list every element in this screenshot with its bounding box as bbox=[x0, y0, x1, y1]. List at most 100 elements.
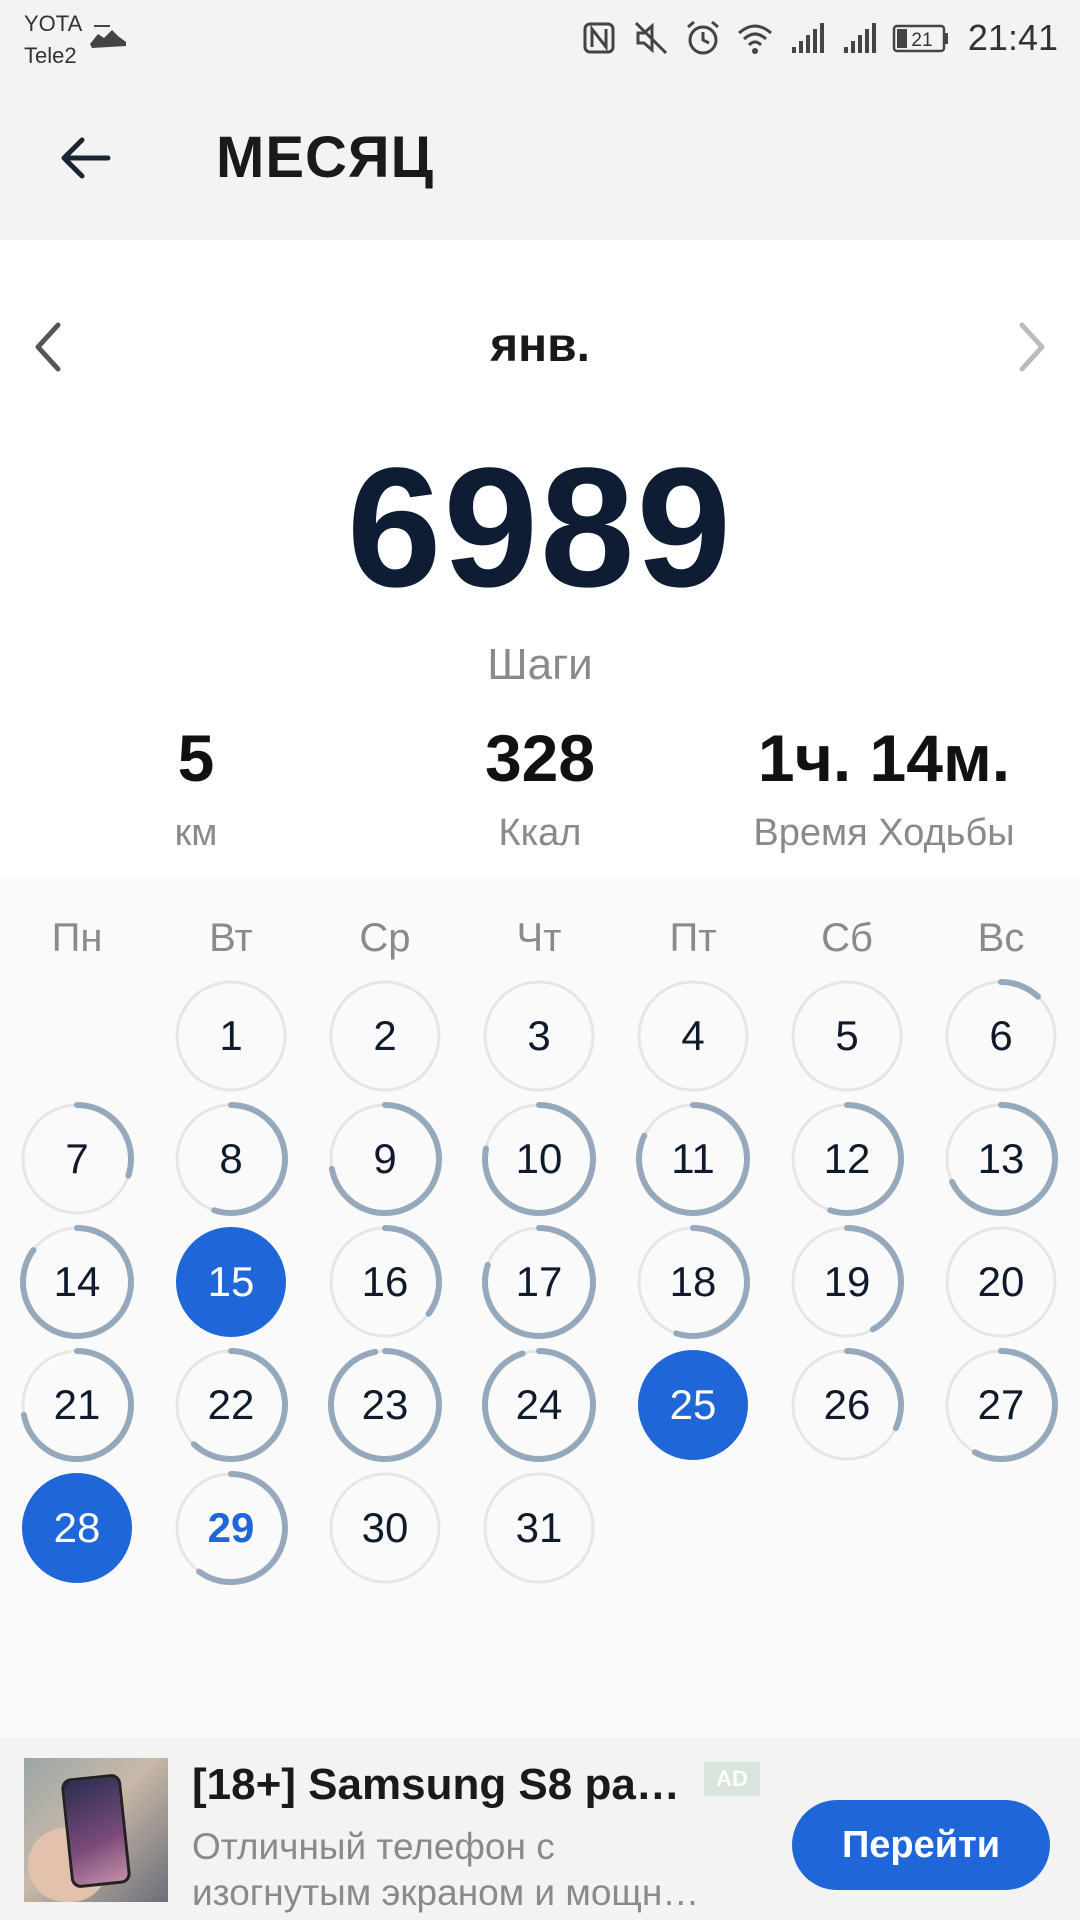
calendar-day-28[interactable]: 28 bbox=[17, 1468, 137, 1588]
distance-stat: 5 км bbox=[16, 720, 376, 855]
distance-value: 5 bbox=[177, 721, 215, 795]
day-number: 8 bbox=[219, 1135, 243, 1182]
day-number: 9 bbox=[373, 1135, 397, 1182]
shoe-icon bbox=[90, 25, 126, 48]
nfc-icon bbox=[583, 22, 615, 54]
carrier-1: YOTA bbox=[24, 11, 83, 36]
calendar-day-27[interactable]: 27 bbox=[941, 1345, 1061, 1465]
day-number: 1 bbox=[219, 1012, 243, 1059]
walk-time-label: Время Ходьбы bbox=[753, 812, 1015, 854]
calendar-day-1[interactable]: 1 bbox=[171, 976, 291, 1096]
calendar-day-12[interactable]: 12 bbox=[787, 1099, 907, 1219]
carrier-2: Tele2 bbox=[24, 43, 77, 68]
app-header: МЕСЯЦ bbox=[0, 78, 1080, 240]
ad-badge: AD bbox=[704, 1762, 760, 1796]
day-number: 3 bbox=[527, 1012, 551, 1059]
steps-label: Шаги bbox=[487, 640, 593, 689]
day-number: 18 bbox=[669, 1258, 717, 1305]
day-number: 15 bbox=[207, 1258, 255, 1305]
weekday-sat: Сб bbox=[821, 916, 873, 960]
calendar-day-23[interactable]: 23 bbox=[325, 1345, 445, 1465]
ad-description-line-1: Отличный телефон с bbox=[192, 1826, 555, 1867]
steps-count: 6989 bbox=[346, 433, 734, 623]
calendar-day-19[interactable]: 19 bbox=[787, 1222, 907, 1342]
alarm-icon bbox=[686, 20, 719, 55]
calendar-day-29[interactable]: 29 bbox=[171, 1468, 291, 1588]
day-number: 25 bbox=[669, 1381, 717, 1428]
walk-time-value: 1ч. 14м. bbox=[757, 721, 1011, 795]
ad-description: Отличный телефон с изогнутым экраном и м… bbox=[192, 1824, 762, 1916]
ad-title[interactable]: [18+] Samsung S8 ра… bbox=[192, 1760, 680, 1810]
clock: 21:41 bbox=[967, 17, 1058, 58]
calories-label: Ккал bbox=[498, 812, 582, 854]
day-number: 6 bbox=[989, 1012, 1013, 1059]
calendar-day-22[interactable]: 22 bbox=[171, 1345, 291, 1465]
day-number: 29 bbox=[207, 1504, 255, 1551]
calendar-day-4[interactable]: 4 bbox=[633, 976, 753, 1096]
ad-image[interactable] bbox=[24, 1758, 168, 1902]
back-button[interactable] bbox=[48, 126, 120, 190]
day-number: 27 bbox=[977, 1381, 1025, 1428]
calendar-day-7[interactable]: 7 bbox=[17, 1099, 137, 1219]
status-icons: 21 21:41 bbox=[580, 14, 1058, 62]
calendar-day-11[interactable]: 11 bbox=[633, 1099, 753, 1219]
calendar-day-5[interactable]: 5 bbox=[787, 976, 907, 1096]
day-number: 31 bbox=[515, 1504, 563, 1551]
calendar-day-15[interactable]: 15 bbox=[171, 1222, 291, 1342]
calendar-day-14[interactable]: 14 bbox=[17, 1222, 137, 1342]
day-number: 30 bbox=[361, 1504, 409, 1551]
status-bar: YOTA Tele2 21 21:41 bbox=[0, 0, 1080, 78]
next-month-button[interactable] bbox=[1002, 312, 1062, 382]
day-number: 23 bbox=[361, 1381, 409, 1428]
calendar-day-8[interactable]: 8 bbox=[171, 1099, 291, 1219]
day-number: 4 bbox=[681, 1012, 705, 1059]
calendar-day-24[interactable]: 24 bbox=[479, 1345, 599, 1465]
calendar-day-26[interactable]: 26 bbox=[787, 1345, 907, 1465]
day-number: 13 bbox=[977, 1135, 1025, 1182]
ad-banner[interactable]: [18+] Samsung S8 ра… AD Отличный телефон… bbox=[0, 1738, 1080, 1920]
calendar-day-18[interactable]: 18 bbox=[633, 1222, 753, 1342]
signal-icon bbox=[791, 23, 824, 53]
carrier-info: YOTA Tele2 bbox=[24, 8, 82, 72]
calendar-day-2[interactable]: 2 bbox=[325, 976, 445, 1096]
day-number: 17 bbox=[515, 1258, 563, 1305]
day-number: 7 bbox=[65, 1135, 89, 1182]
ad-cta-button[interactable]: Перейти bbox=[792, 1800, 1050, 1890]
day-number: 24 bbox=[515, 1381, 563, 1428]
weekday-tue: Вт bbox=[209, 916, 253, 960]
calendar-day-13[interactable]: 13 bbox=[941, 1099, 1061, 1219]
day-number: 14 bbox=[53, 1258, 101, 1305]
day-number: 20 bbox=[977, 1258, 1025, 1305]
month-label: янв. bbox=[490, 319, 590, 372]
page-title: МЕСЯЦ bbox=[216, 125, 434, 190]
calendar-day-17[interactable]: 17 bbox=[479, 1222, 599, 1342]
calendar-day-9[interactable]: 9 bbox=[325, 1099, 445, 1219]
ad-description-line-2: изогнутым экраном и мощн… bbox=[192, 1872, 700, 1913]
calendar-day-16[interactable]: 16 bbox=[325, 1222, 445, 1342]
day-number: 19 bbox=[823, 1258, 871, 1305]
calendar-day-21[interactable]: 21 bbox=[17, 1345, 137, 1465]
calories-stat: 328 Ккал bbox=[360, 720, 720, 855]
calendar-day-10[interactable]: 10 bbox=[479, 1099, 599, 1219]
month-calendar: Пн Вт Ср Чт Пт Сб Вс 1 2 3 4 5 6 7 8 9 10 11 12 13 14… bbox=[0, 876, 1080, 1738]
day-number: 28 bbox=[53, 1504, 101, 1551]
battery-icon: 21 bbox=[892, 24, 948, 53]
weekday-wed: Ср bbox=[359, 916, 411, 960]
wifi-icon bbox=[737, 24, 772, 54]
walk-time-stat: 1ч. 14м. Время Ходьбы bbox=[704, 720, 1064, 855]
calendar-day-31[interactable]: 31 bbox=[479, 1468, 599, 1588]
weekday-sun: Вс bbox=[977, 916, 1025, 960]
calendar-day-30[interactable]: 30 bbox=[325, 1468, 445, 1588]
calendar-day-20[interactable]: 20 bbox=[941, 1222, 1061, 1342]
day-number: 5 bbox=[835, 1012, 859, 1059]
calendar-day-3[interactable]: 3 bbox=[479, 976, 599, 1096]
weekday-fri: Пт bbox=[669, 916, 717, 960]
day-number: 16 bbox=[361, 1258, 409, 1305]
calendar-day-6[interactable]: 6 bbox=[941, 976, 1061, 1096]
ad-image-phone bbox=[60, 1773, 132, 1889]
day-number: 11 bbox=[671, 1135, 715, 1182]
calendar-day-25[interactable]: 25 bbox=[633, 1345, 753, 1465]
mute-icon bbox=[634, 21, 667, 55]
day-number: 12 bbox=[823, 1135, 871, 1182]
weekday-thu: Чт bbox=[516, 916, 562, 960]
